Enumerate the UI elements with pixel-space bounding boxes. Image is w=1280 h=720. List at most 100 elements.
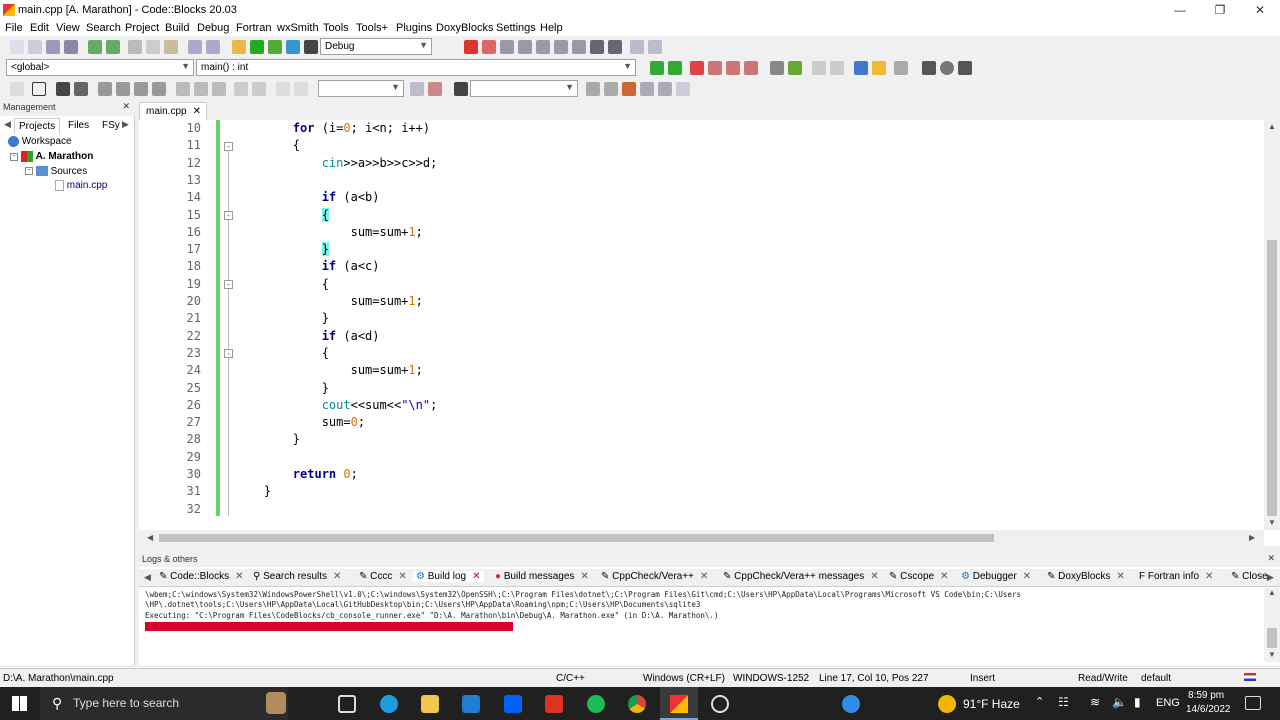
- code-line[interactable]: if (a<d): [235, 329, 380, 343]
- replace-icon[interactable]: [206, 40, 220, 54]
- match-case-icon[interactable]: [658, 82, 672, 96]
- tab-files[interactable]: Files: [64, 118, 93, 134]
- debug-windows-icon[interactable]: [630, 40, 644, 54]
- stop-debug-icon[interactable]: [608, 40, 622, 54]
- menu-project[interactable]: Project: [125, 22, 159, 34]
- step-into-icon[interactable]: [518, 40, 532, 54]
- pointer-icon[interactable]: [10, 82, 24, 96]
- menu-plugins[interactable]: Plugins: [396, 22, 432, 34]
- clock-date[interactable]: 14/6/2022: [1186, 704, 1231, 715]
- close-icon[interactable]: ✕: [1116, 571, 1124, 582]
- tab-scroll-right-icon[interactable]: ▶: [1267, 572, 1274, 583]
- tree-project[interactable]: - A. Marathon: [10, 151, 93, 162]
- build-target-select[interactable]: Debug ▼: [320, 38, 432, 55]
- fold-marker-icon[interactable]: -: [224, 349, 233, 358]
- copy-icon[interactable]: [146, 40, 160, 54]
- tab-scroll-right-icon[interactable]: ▶: [122, 119, 129, 130]
- doxywizard-icon[interactable]: [854, 61, 868, 75]
- vertical-scrollbar[interactable]: ▲ ▼: [1264, 120, 1280, 530]
- undo-icon[interactable]: [88, 40, 102, 54]
- debug-start-icon[interactable]: [464, 40, 478, 54]
- fold-marker-icon[interactable]: -: [224, 280, 233, 289]
- comment-icon[interactable]: [770, 61, 784, 75]
- chevron-up-icon[interactable]: ⌃: [1035, 695, 1044, 708]
- run-to-cursor-icon[interactable]: [482, 40, 496, 54]
- select-icon[interactable]: [640, 82, 654, 96]
- next-line-icon[interactable]: [500, 40, 514, 54]
- tab-codeblocks-log[interactable]: ✎ Code::Blocks ✕: [159, 571, 243, 582]
- tab-search-results[interactable]: ⚲ Search results ✕: [253, 571, 341, 582]
- clock-time[interactable]: 8:59 pm: [1188, 690, 1224, 701]
- code-line[interactable]: {: [235, 207, 329, 222]
- widget-1-icon[interactable]: [176, 82, 190, 96]
- zoom-in-icon[interactable]: [234, 82, 248, 96]
- close-icon[interactable]: ✕: [122, 101, 130, 112]
- align-right-icon[interactable]: [134, 82, 148, 96]
- next-instruction-icon[interactable]: [554, 40, 568, 54]
- code-line[interactable]: {: [235, 138, 300, 152]
- abort-icon[interactable]: [304, 40, 318, 54]
- tab-build-log[interactable]: ⚙ Build log ✕: [413, 571, 484, 582]
- edge-icon[interactable]: [380, 695, 398, 713]
- uncomment-icon[interactable]: [788, 61, 802, 75]
- zoom-out-icon[interactable]: [252, 82, 266, 96]
- scroll-down-icon[interactable]: ▼: [1268, 650, 1276, 659]
- paste-icon[interactable]: [164, 40, 178, 54]
- chrome-icon[interactable]: [628, 695, 646, 713]
- codeblocks-taskbar-button[interactable]: [660, 687, 698, 720]
- tab-cccc[interactable]: ✎ Cccc ✕: [359, 571, 407, 582]
- fold-marker-icon[interactable]: -: [224, 142, 233, 151]
- close-icon[interactable]: ✕: [580, 571, 588, 582]
- function-select[interactable]: main() : int ▼: [196, 59, 636, 76]
- tree-file-main-cpp[interactable]: main.cpp: [55, 180, 107, 191]
- find-next-icon[interactable]: [410, 82, 424, 96]
- tab-cscope[interactable]: ✎ Cscope ✕: [889, 571, 948, 582]
- wps-office-icon[interactable]: [545, 695, 563, 713]
- obs-icon[interactable]: [711, 695, 729, 713]
- run-icon[interactable]: [250, 40, 264, 54]
- logs-scrollbar[interactable]: ▲ ▼: [1264, 588, 1280, 662]
- wifi-icon[interactable]: ≋: [1090, 695, 1100, 709]
- prev-error-icon[interactable]: [922, 61, 936, 75]
- close-icon[interactable]: ✕: [333, 571, 341, 582]
- code-line[interactable]: }: [235, 484, 271, 498]
- battery-icon[interactable]: ▮: [1134, 695, 1141, 709]
- search-icon[interactable]: [428, 82, 442, 96]
- code-line[interactable]: sum=0;: [235, 415, 365, 429]
- task-view-icon[interactable]: [338, 695, 356, 713]
- menu-tools[interactable]: Tools: [323, 22, 349, 34]
- rebuild-icon[interactable]: [286, 40, 300, 54]
- panel-icon[interactable]: [32, 82, 46, 96]
- search-combo[interactable]: ▼: [318, 80, 404, 97]
- tab-fsymbols[interactable]: FSy: [98, 118, 124, 134]
- code-line[interactable]: return 0;: [235, 467, 358, 481]
- close-icon[interactable]: ✕: [193, 106, 201, 117]
- pause-icon[interactable]: [590, 40, 604, 54]
- tab-main-cpp[interactable]: main.cpp ✕: [139, 102, 207, 120]
- tab-build-messages[interactable]: ● Build messages ✕: [495, 571, 589, 582]
- align-left-icon[interactable]: [98, 82, 112, 96]
- notifications-icon[interactable]: [1245, 696, 1261, 710]
- box-comment-icon[interactable]: [812, 61, 826, 75]
- close-icon[interactable]: ✕: [700, 571, 708, 582]
- wrench-icon[interactable]: [894, 61, 908, 75]
- menu-help[interactable]: Help: [540, 22, 563, 34]
- close-icon[interactable]: ✕: [398, 571, 406, 582]
- s-icon[interactable]: [276, 82, 290, 96]
- collapse-icon[interactable]: -: [10, 152, 18, 161]
- jump-back-icon[interactable]: [650, 61, 664, 75]
- code-line[interactable]: }: [235, 381, 329, 395]
- code-line[interactable]: sum=sum+1;: [235, 225, 423, 239]
- minimize-button[interactable]: —: [1160, 0, 1200, 20]
- spotify-icon[interactable]: [587, 695, 605, 713]
- build-gear-icon[interactable]: [232, 40, 246, 54]
- highlight-icon[interactable]: [622, 82, 636, 96]
- open-file-icon[interactable]: [28, 40, 42, 54]
- align-justify-icon[interactable]: [152, 82, 166, 96]
- close-button[interactable]: ✕: [1240, 0, 1280, 20]
- redo-icon[interactable]: [106, 40, 120, 54]
- taskbar-search-box[interactable]: ⚲ Type here to search: [40, 687, 288, 720]
- forward-icon[interactable]: [604, 82, 618, 96]
- scope-select[interactable]: <global> ▼: [6, 59, 194, 76]
- close-icon[interactable]: ✕: [1205, 571, 1213, 582]
